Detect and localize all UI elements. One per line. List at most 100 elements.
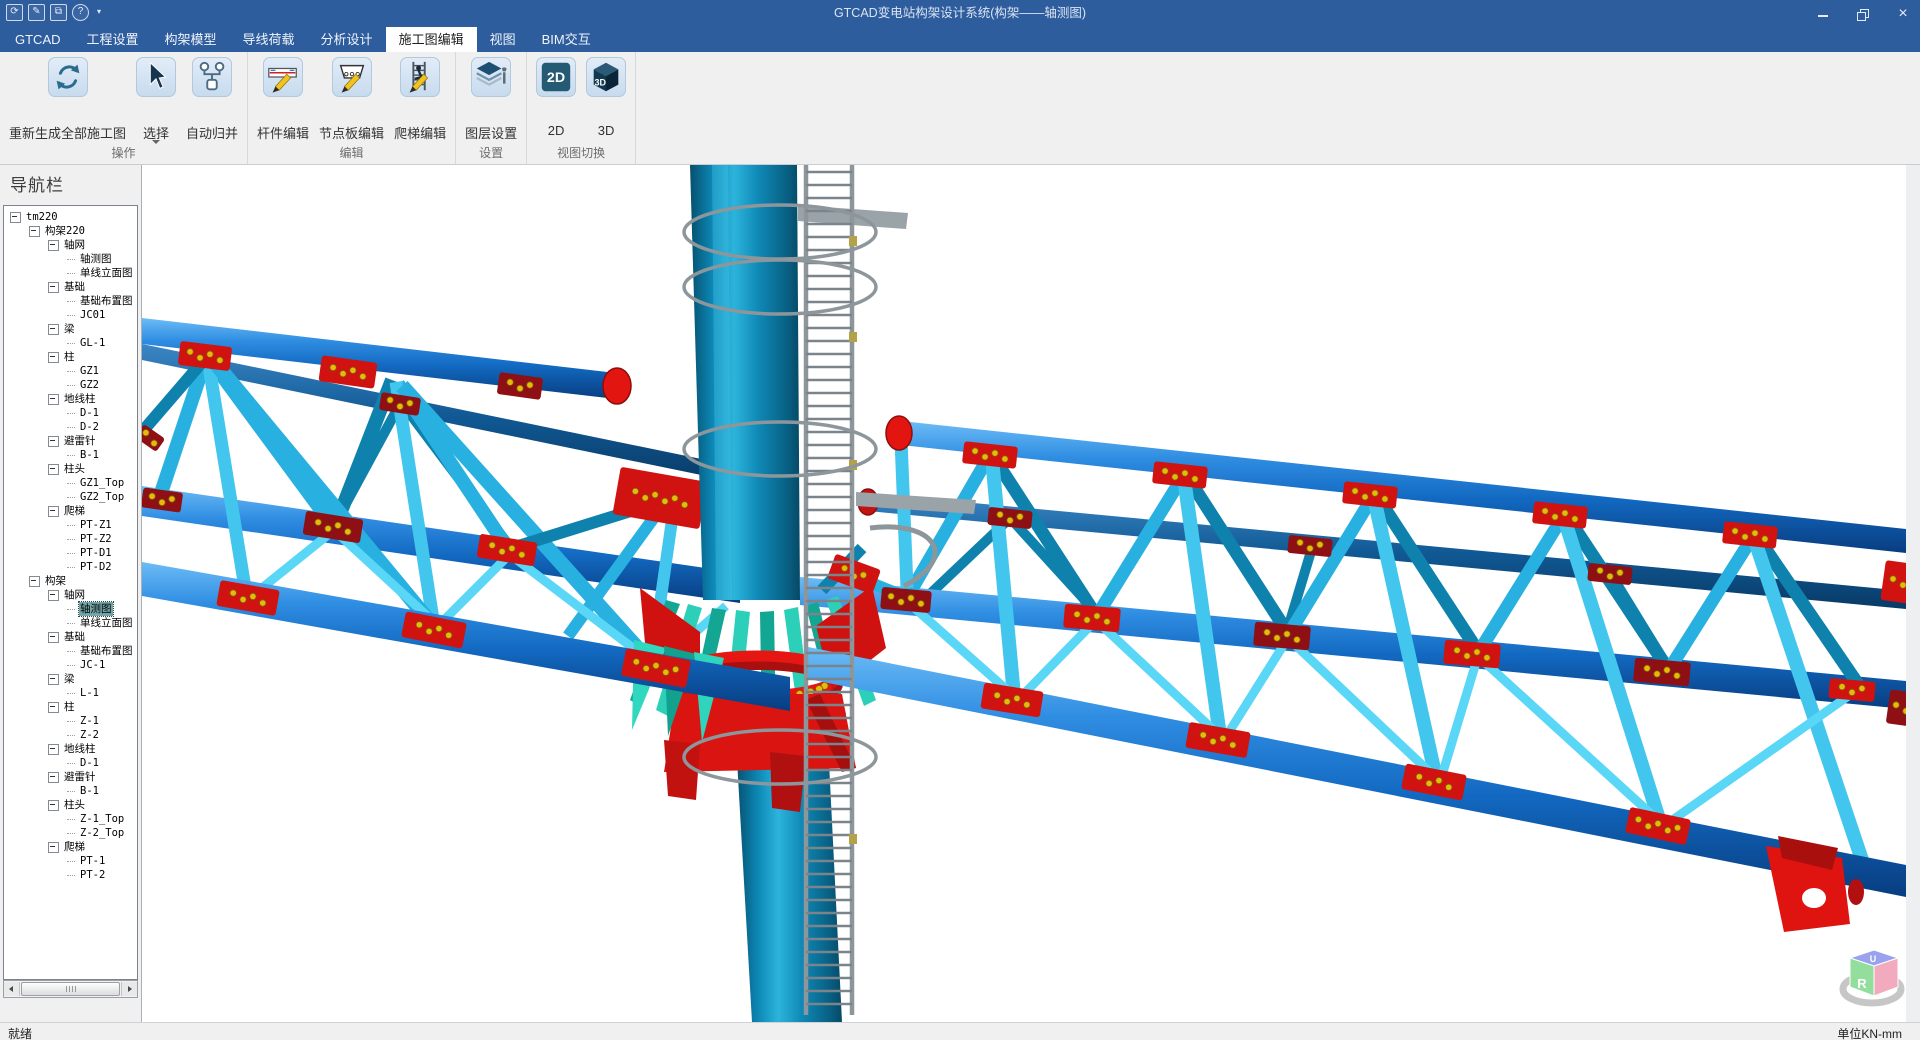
tab-project-settings[interactable]: 工程设置 [74,27,152,52]
tree-item-label[interactable]: 轴测图 [79,252,113,266]
tree-item[interactable]: PT-D2 [4,560,113,574]
tree-item[interactable]: L-1 [4,686,100,700]
scroll-left-arrow[interactable] [4,982,20,996]
tree-item[interactable]: D-1 [4,406,100,420]
tree-item[interactable]: 轴网 [4,588,86,602]
tree-item[interactable]: 基础布置图 [4,294,134,308]
tree-item-label[interactable]: 柱头 [63,462,86,476]
tree-item[interactable]: PT-D1 [4,546,113,560]
scrollbar-thumb[interactable] [21,982,120,996]
collapse-expander-icon[interactable] [48,240,59,251]
tab-analysis-design[interactable]: 分析设计 [308,27,386,52]
tree-item-label[interactable]: Z-1 [79,714,100,728]
tree-item[interactable]: 单线立面图 [4,616,134,630]
tree-item[interactable]: tm220 [4,210,59,224]
collapse-expander-icon[interactable] [48,744,59,755]
tab-bim[interactable]: BIM交互 [529,27,604,52]
collapse-expander-icon[interactable] [48,464,59,475]
tree-item-label[interactable]: 柱 [63,350,76,364]
tree-item-label[interactable]: JC-1 [79,658,106,672]
tree-item-label[interactable]: JC01 [79,308,106,322]
tree-item-label[interactable]: 柱头 [63,798,86,812]
tree-item[interactable]: D-2 [4,420,100,434]
tree-item[interactable]: 柱头 [4,798,86,812]
tree-item-label[interactable]: 地线柱 [63,742,97,756]
tree-item[interactable]: 轴测图 [4,252,113,266]
tree-item-label[interactable]: 梁 [63,672,76,686]
tree-item-label[interactable]: tm220 [25,210,59,224]
tree-item-label[interactable]: GL-1 [79,336,106,350]
tree-item-label[interactable]: PT-D1 [79,546,113,560]
tree-item-label[interactable]: 基础布置图 [79,294,134,308]
tree-item[interactable]: 轴网 [4,238,86,252]
ladder-edit-button[interactable]: 爬梯编辑 [389,52,451,142]
tree-item-label[interactable]: 爬梯 [63,504,86,518]
tree-item-label[interactable]: 基础布置图 [79,644,134,658]
tree-item-label[interactable]: GZ2_Top [79,490,125,504]
tree-item[interactable]: 柱头 [4,462,86,476]
tree-item-label[interactable]: 构架220 [44,224,86,238]
tree-item-label[interactable]: 避雷针 [63,770,97,784]
tree-item[interactable]: 地线柱 [4,392,97,406]
tree-item-label[interactable]: 单线立面图 [79,616,134,630]
tree-item[interactable]: 柱 [4,350,76,364]
tree-item[interactable]: GZ2 [4,378,100,392]
tree-item[interactable]: GZ1 [4,364,100,378]
collapse-expander-icon[interactable] [48,324,59,335]
tree-item-label[interactable]: Z-1_Top [79,812,125,826]
tree-item[interactable]: 基础布置图 [4,644,134,658]
tree-item[interactable]: PT-Z1 [4,518,113,532]
gusset-plate-edit-button[interactable]: 节点板编辑 [314,52,389,142]
tree-item-label[interactable]: PT-Z1 [79,518,113,532]
collapse-expander-icon[interactable] [48,352,59,363]
tree-item[interactable]: 避雷针 [4,434,97,448]
collapse-expander-icon[interactable] [48,590,59,601]
scroll-right-arrow[interactable] [121,982,137,996]
tree-item[interactable]: JC01 [4,308,106,322]
collapse-expander-icon[interactable] [48,506,59,517]
auto-merge-button[interactable]: 自动归并 [181,52,243,142]
tree-item-label[interactable]: GZ2 [79,378,100,392]
tree-item-label[interactable]: 基础 [63,630,86,644]
tree-item-label[interactable]: Z-2_Top [79,826,125,840]
tree-item[interactable]: Z-1 [4,714,100,728]
tree-item-label[interactable]: B-1 [79,448,100,462]
tree-item-label[interactable]: PT-Z2 [79,532,113,546]
tree-item-label[interactable]: 爬梯 [63,840,86,854]
collapse-expander-icon[interactable] [48,394,59,405]
tree-item[interactable]: Z-2 [4,728,100,742]
tree-item-label[interactable]: 单线立面图 [79,266,134,280]
tree-item-label[interactable]: Z-2 [79,728,100,742]
tree-item-label[interactable]: D-2 [79,420,100,434]
tree-item[interactable]: PT-2 [4,868,106,882]
tree-item[interactable]: 构架 [4,574,67,588]
tree-item[interactable]: Z-1_Top [4,812,125,826]
regenerate-all-button[interactable]: 重新生成全部施工图 [4,52,131,142]
tree-item[interactable]: D-1 [4,756,100,770]
tree-item[interactable]: GL-1 [4,336,106,350]
tree-item-label[interactable]: D-1 [79,756,100,770]
tab-conductor-load[interactable]: 导线荷载 [230,27,308,52]
tree-item[interactable]: Z-2_Top [4,826,125,840]
collapse-expander-icon[interactable] [29,576,40,587]
tree-item-label[interactable]: 轴网 [63,588,86,602]
tree-item[interactable]: B-1 [4,784,100,798]
tree-item[interactable]: JC-1 [4,658,106,672]
tree-item[interactable]: 单线立面图 [4,266,134,280]
tree-item-label[interactable]: 轴网 [63,238,86,252]
collapse-expander-icon[interactable] [48,436,59,447]
minimize-button[interactable] [1816,7,1830,21]
tree-item[interactable]: 轴测图 [4,602,113,616]
tree-item-label[interactable]: 基础 [63,280,86,294]
tree-item-label[interactable]: 避雷针 [63,434,97,448]
tab-view[interactable]: 视图 [477,27,529,52]
tree-item-label[interactable]: PT-D2 [79,560,113,574]
collapse-expander-icon[interactable] [48,702,59,713]
tab-frame-model[interactable]: 构架模型 [152,27,230,52]
collapse-expander-icon[interactable] [48,674,59,685]
tab-gtcad[interactable]: GTCAD [2,27,74,52]
collapse-expander-icon[interactable] [48,632,59,643]
tree-item[interactable]: B-1 [4,448,100,462]
collapse-expander-icon[interactable] [10,212,21,223]
close-button[interactable]: × [1896,7,1910,21]
